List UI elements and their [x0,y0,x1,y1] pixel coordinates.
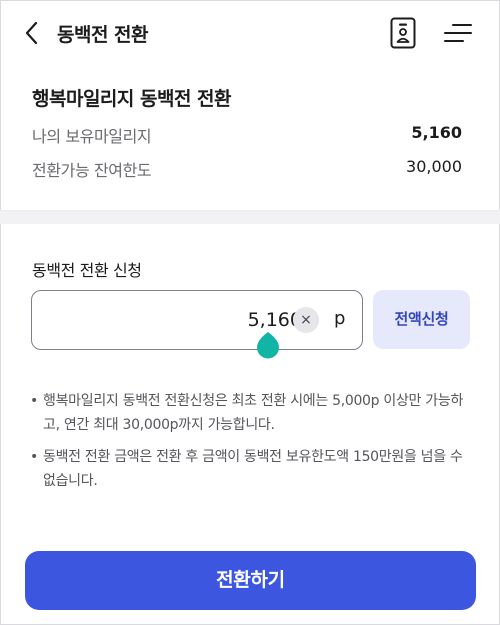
amount-field[interactable]: × p [31,290,363,350]
remaining-limit-row: 전환가능 잔여한도 30,000 [32,157,462,181]
application-title: 동백전 전환 신청 [32,261,142,280]
remaining-limit-value: 30,000 [406,157,462,176]
clear-button[interactable]: × [293,307,319,333]
notice-text: 행복마일리지 동백전 전환신청은 최초 전환 시에는 5,000p 이상만 가능… [43,393,464,433]
notice-item: • 행복마일리지 동백전 전환신청은 최초 전환 시에는 5,000p 이상만 … [30,389,470,437]
id-card-button[interactable] [390,17,416,49]
header: 동백전 전환 [0,0,500,66]
notice-text: 동백전 전환 금액은 전환 후 금액이 동백전 보유한도액 150만원을 넘을 … [43,449,463,489]
cursor-handle-icon [257,332,279,359]
full-amount-button[interactable]: 전액신청 [373,290,470,349]
bullet-icon: • [30,449,38,465]
id-card-icon [390,17,416,49]
text-cursor-handle[interactable] [255,332,281,360]
back-button[interactable] [20,20,44,46]
page-title: 동백전 전환 [57,24,149,46]
mileage-balance-label: 나의 보유마일리지 [32,127,152,146]
unit-label: p [334,308,346,329]
menu-button[interactable] [444,22,472,44]
clear-icon: × [300,312,312,328]
mileage-balance-row: 나의 보유마일리지 5,160 [32,123,462,147]
section-divider [0,210,500,224]
chevron-left-icon [25,21,38,45]
bullet-icon: • [30,393,38,409]
amount-input[interactable] [42,305,302,335]
mileage-balance-value: 5,160 [411,123,462,142]
remaining-limit-label: 전환가능 잔여한도 [32,161,152,180]
notice-item: • 동백전 전환 금액은 전환 후 금액이 동백전 보유한도액 150만원을 넘… [30,445,470,493]
convert-submit-button[interactable]: 전환하기 [25,551,476,610]
hamburger-menu-icon [444,24,472,42]
conversion-title: 행복마일리지 동백전 전환 [32,88,232,110]
